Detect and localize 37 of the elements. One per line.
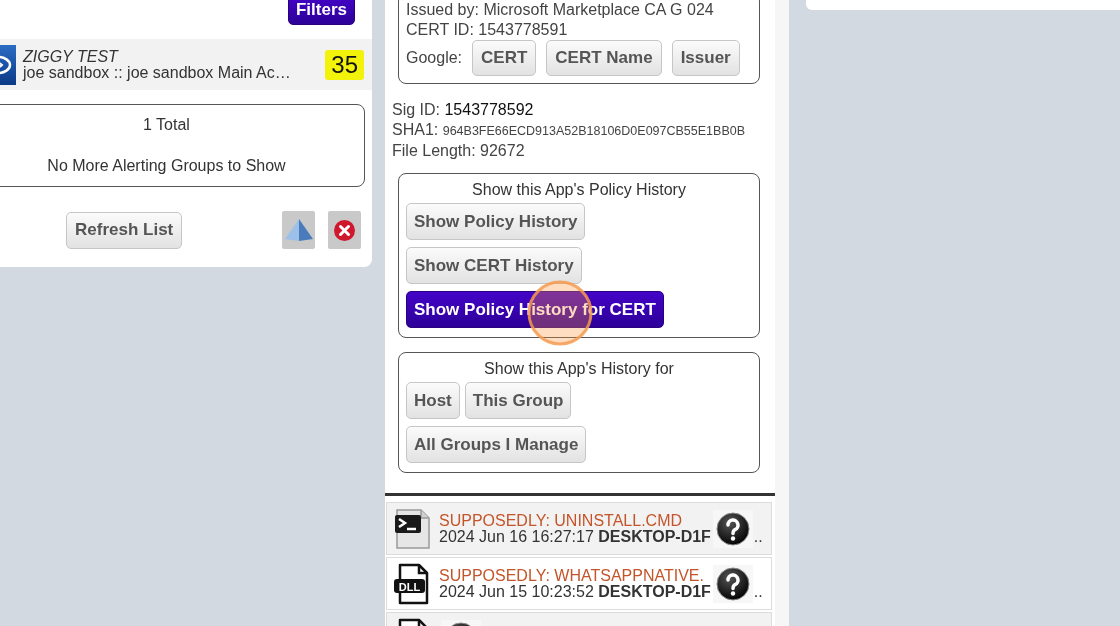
refresh-list-button[interactable]: Refresh List [66,211,183,249]
ellipsis-text: .. [753,583,763,601]
scope-button[interactable]: This Group [464,382,572,419]
panel-title: Show this App's Policy History [471,180,687,200]
google-search-button[interactable]: CERT [472,40,537,76]
scope-button[interactable]: Host [406,382,460,419]
event-row[interactable]: DLL SUPPOSEDLY: WHATSAPPNATIVE. 2024 Jun 15 10:23:52 DESKTOP-D1F .. [386,557,772,610]
cert-id-text: CERT ID: 1543778591 [406,20,569,40]
google-search-button[interactable]: Issuer [671,40,740,76]
google-search-button[interactable]: CERT Name [546,40,662,76]
count-badge: 35 [325,49,364,80]
panel-title: Show this App's History for [483,359,675,379]
triangle-up-icon [284,219,313,241]
close-button[interactable] [328,211,361,249]
filters-button[interactable]: Filters [287,0,355,25]
event-row[interactable]: SUPPOSEDLY: UNINSTALL.CMD 2024 Jun 16 16:27:17 DESKTOP-D1F .. [386,502,772,555]
group-path: joe sandbox :: joe sandbox Main Ac… [23,64,292,81]
event-detail: 2024 Jun 16 16:27:17 DESKTOP-D1F [439,528,711,545]
event-title: SUPPOSEDLY: UNINSTALL.CMD [439,512,684,529]
ellipsis-text: .. [753,528,763,546]
issuer-text: Issued by: Microsoft Marketplace CA G 024 [406,0,715,20]
group-name: ZIGGY TEST [23,48,120,65]
google-label: Google: [406,48,463,68]
history-button[interactable]: Show CERT History [406,247,582,284]
total-text: 1 Total [143,115,190,135]
sig-id-text: Sig ID: 1543778592 [392,100,535,120]
up-button[interactable] [282,211,315,249]
event-title: SUPPOSEDLY: WHATSAPPNATIVE. [439,567,705,584]
scope-button[interactable]: All Groups I Manage [406,426,587,463]
status-message: No More Alerting Groups to Show [47,156,286,176]
alert-group-row[interactable]: ZIGGY TEST joe sandbox :: joe sandbox Main Ac… 35 [0,39,372,90]
event-detail: 2024 Jun 15 10:23:52 DESKTOP-D1F [439,583,711,600]
help-icon [712,564,753,603]
close-icon [334,219,355,241]
history-button[interactable]: Show Policy History [406,203,586,240]
detail-text: File Length: 92672 [392,141,526,161]
hash-text: SHA1: 964B3FE66ECD913A52B18106D0E097CB55E1BB0B [392,120,746,140]
